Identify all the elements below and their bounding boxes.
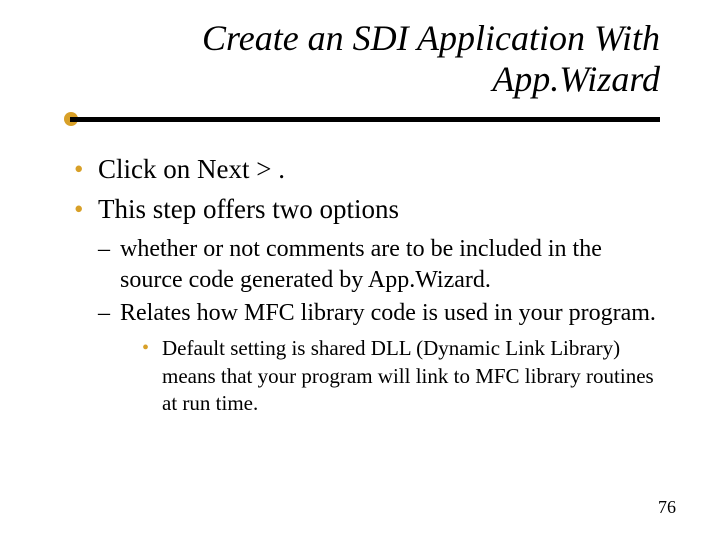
bullet-list-level1: Click on Next > . This step offers two o… xyxy=(70,151,660,417)
list-item: Relates how MFC library code is used in … xyxy=(98,298,660,417)
list-item: Default setting is shared DLL (Dynamic L… xyxy=(142,335,660,417)
slide-body: Click on Next > . This step offers two o… xyxy=(0,123,720,417)
bullet-list-level2: whether or not comments are to be includ… xyxy=(98,234,660,417)
horizontal-rule xyxy=(70,117,660,122)
bullet-text: Click on Next > . xyxy=(98,154,285,184)
title-line-1: Create an SDI Application With xyxy=(202,18,660,58)
slide-title: Create an SDI Application With App.Wizar… xyxy=(0,0,720,111)
bullet-text: Relates how MFC library code is used in … xyxy=(120,300,656,326)
bullet-text: This step offers two options xyxy=(98,194,399,224)
title-line-2: App.Wizard xyxy=(492,59,660,99)
list-item: This step offers two options whether or … xyxy=(70,191,660,417)
list-item: Click on Next > . xyxy=(70,151,660,187)
bullet-text: Default setting is shared DLL (Dynamic L… xyxy=(162,336,654,415)
title-underline xyxy=(0,115,720,123)
page-number: 76 xyxy=(658,497,676,518)
bullet-list-level3: Default setting is shared DLL (Dynamic L… xyxy=(120,335,660,417)
list-item: whether or not comments are to be includ… xyxy=(98,234,660,296)
bullet-text: whether or not comments are to be includ… xyxy=(120,236,602,293)
